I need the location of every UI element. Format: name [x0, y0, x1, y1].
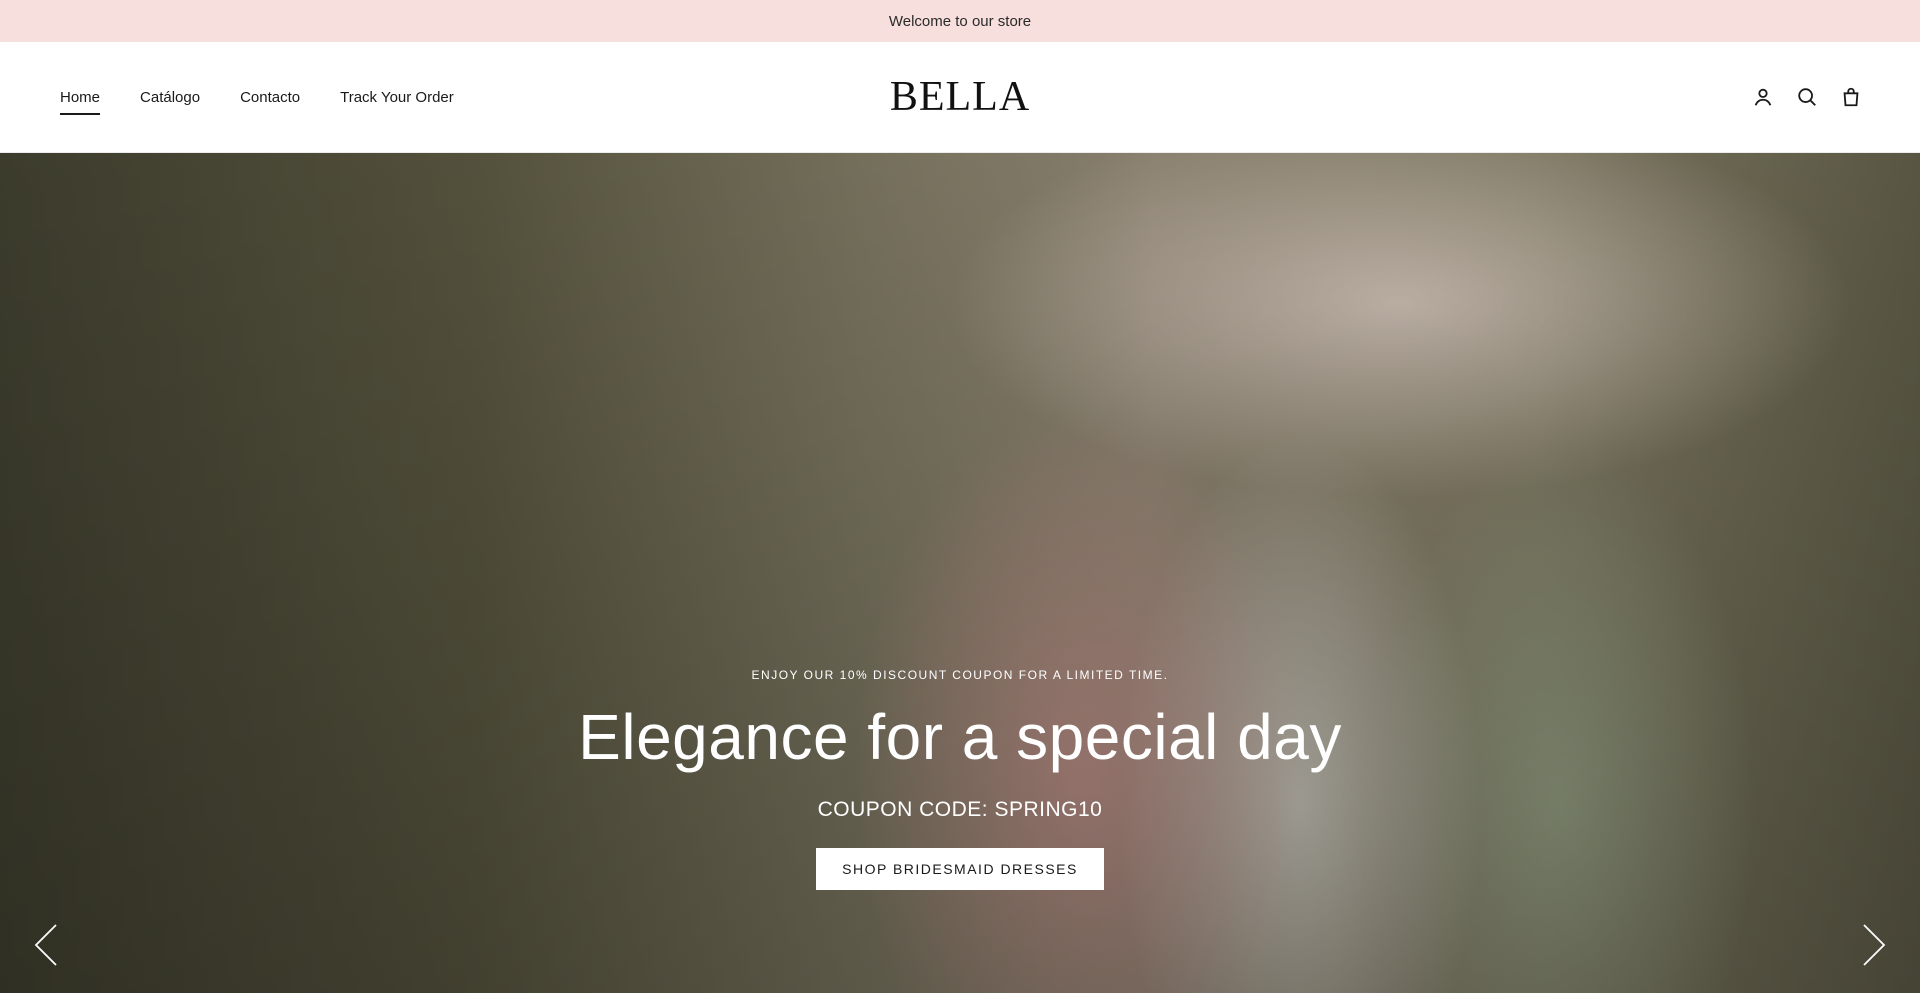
site-header: Home Catálogo Contacto Track Your Order …	[0, 42, 1920, 153]
nav-item-catalogo[interactable]: Catálogo	[140, 83, 200, 112]
hero-coupon-code: COUPON CODE: SPRING10	[817, 798, 1103, 821]
cart-icon[interactable]	[1840, 86, 1862, 108]
header-icons	[1752, 42, 1862, 152]
hero-content: ENJOY OUR 10% DISCOUNT COUPON FOR A LIMI…	[0, 668, 1920, 890]
announcement-bar: Welcome to our store	[0, 0, 1920, 42]
account-icon[interactable]	[1752, 86, 1774, 108]
hero-eyebrow: ENJOY OUR 10% DISCOUNT COUPON FOR A LIMI…	[751, 668, 1169, 682]
store-logo[interactable]: BELLA	[890, 73, 1030, 121]
chevron-right-icon[interactable]	[1862, 923, 1886, 967]
search-icon[interactable]	[1796, 86, 1818, 108]
shop-bridesmaid-dresses-button[interactable]: SHOP BRIDESMAID DRESSES	[816, 848, 1104, 890]
nav-item-contacto[interactable]: Contacto	[240, 83, 300, 112]
nav-item-track-order[interactable]: Track Your Order	[340, 83, 454, 112]
nav-item-home[interactable]: Home	[60, 83, 101, 115]
hero-slideshow: ENJOY OUR 10% DISCOUNT COUPON FOR A LIMI…	[0, 153, 1920, 993]
main-nav: Home Catálogo Contacto Track Your Order	[60, 42, 454, 152]
hero-title: Elegance for a special day	[578, 701, 1342, 773]
announcement-text: Welcome to our store	[888, 12, 1032, 30]
chevron-left-icon[interactable]	[34, 923, 58, 967]
